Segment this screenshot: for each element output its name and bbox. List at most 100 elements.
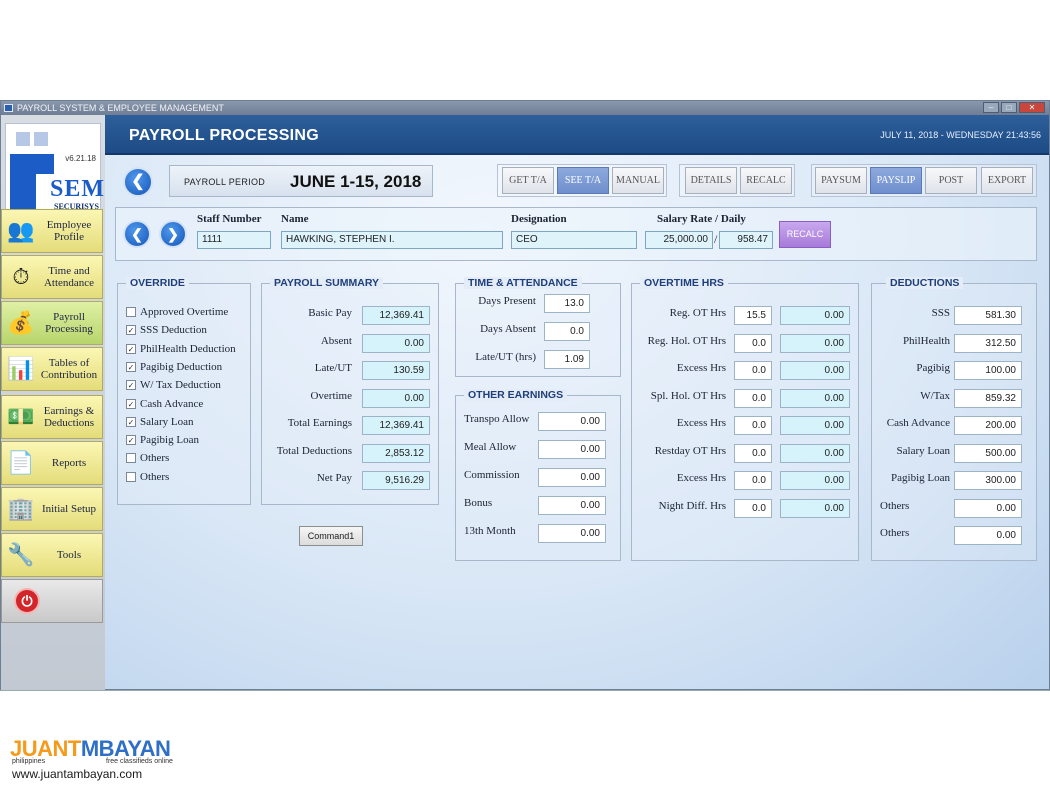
deduction-value[interactable]: 859.32 <box>954 388 1022 408</box>
overtime-amount[interactable]: 0.00 <box>780 498 850 518</box>
checkbox[interactable]: ✓ <box>126 435 136 446</box>
earnings-value[interactable]: 0.00 <box>538 496 606 515</box>
payroll-summary-panel: PAYROLL SUMMARY Basic Pay 12,369.41 Absent… <box>261 277 439 505</box>
override-checkbox[interactable]: ✓ SSS Deduction <box>126 324 207 336</box>
override-checkbox[interactable]: ✓ Pagibig Deduction <box>126 361 222 373</box>
summary-value[interactable]: 2,853.12 <box>362 443 430 463</box>
overtime-hours[interactable]: 15.5 <box>734 306 772 325</box>
checkbox[interactable]: ✓ <box>126 416 136 427</box>
earnings-value[interactable]: 0.00 <box>538 440 606 459</box>
deduction-value[interactable]: 500.00 <box>954 443 1022 463</box>
sidebar-item-label: Tools <box>56 549 82 561</box>
payslip-button[interactable]: PAYSLIP <box>870 167 922 194</box>
power-icon[interactable]: ⏻ <box>14 588 40 614</box>
deduction-value[interactable]: 312.50 <box>954 333 1022 353</box>
details-button[interactable]: DETAILS <box>685 167 737 194</box>
deduction-value[interactable]: 200.00 <box>954 416 1022 435</box>
command1-button[interactable]: Command1 <box>299 526 363 546</box>
overtime-hours[interactable]: 0.0 <box>734 416 772 435</box>
checkbox[interactable] <box>126 453 136 464</box>
deduction-value[interactable]: 581.30 <box>954 306 1022 325</box>
payroll-period-box: PAYROLL PERIOD JUNE 1-15, 2018 <box>169 165 433 197</box>
checkbox[interactable]: ✓ <box>126 380 136 391</box>
maximize-button[interactable]: □ <box>1001 102 1017 113</box>
override-checkbox[interactable]: Others <box>126 452 169 464</box>
next-employee-button[interactable]: ❯ <box>159 220 187 248</box>
summary-value[interactable]: 12,369.41 <box>362 306 430 325</box>
overtime-amount[interactable]: 0.00 <box>780 416 850 435</box>
staff-number-field[interactable]: 1111 <box>197 231 271 249</box>
earnings-value[interactable]: 0.00 <box>538 468 606 487</box>
override-checkbox[interactable]: Approved Overtime <box>126 306 228 318</box>
deduction-label: PhilHealth <box>902 334 950 347</box>
logo-square <box>16 132 30 146</box>
export-button[interactable]: EXPORT <box>981 167 1033 194</box>
summary-value[interactable]: 0.00 <box>362 333 430 353</box>
earnings-value[interactable]: 0.00 <box>538 412 606 431</box>
sidebar-item-initial-setup[interactable]: 🏢 Initial Setup <box>1 487 103 531</box>
checkbox[interactable] <box>126 471 136 482</box>
override-checkbox[interactable]: Others <box>126 471 169 483</box>
overtime-hours[interactable]: 0.0 <box>734 471 772 490</box>
overtime-amount[interactable]: 0.00 <box>780 388 850 408</box>
salary-rate-field[interactable]: 25,000.00 <box>645 231 713 249</box>
overtime-amount[interactable]: 0.00 <box>780 471 850 490</box>
paysum-button[interactable]: PAYSUM <box>815 167 867 194</box>
attendance-value[interactable]: 13.0 <box>544 294 590 313</box>
recalc-button[interactable]: RECALC <box>740 167 792 194</box>
see-ta-button[interactable]: SEE T/A <box>557 167 609 194</box>
main-panel: PAYROLL PROCESSING JULY 11, 2018 - WEDNE… <box>105 115 1049 689</box>
sidebar-item-earnings-deductions[interactable]: 💵 Earnings & Deductions <box>1 395 103 439</box>
overtime-amount[interactable]: 0.00 <box>780 361 850 380</box>
sidebar-item-employee-profile[interactable]: 👥 Employee Profile <box>1 209 103 253</box>
override-checkbox[interactable]: ✓ Cash Advance <box>126 398 203 410</box>
overtime-amount[interactable]: 0.00 <box>780 306 850 325</box>
attendance-value[interactable]: 0.0 <box>544 322 590 341</box>
overtime-hours[interactable]: 0.0 <box>734 443 772 463</box>
overtime-hours[interactable]: 0.0 <box>734 361 772 380</box>
employee-recalc-button[interactable]: RECALC <box>779 221 831 248</box>
override-checkbox[interactable]: ✓ Pagibig Loan <box>126 434 199 446</box>
designation-field[interactable]: CEO <box>511 231 637 249</box>
overtime-hours[interactable]: 0.0 <box>734 498 772 518</box>
prev-employee-button[interactable]: ❮ <box>123 220 151 248</box>
minimize-button[interactable]: – <box>983 102 999 113</box>
checkbox[interactable]: ✓ <box>126 361 136 372</box>
sidebar-item-time-and-attendance[interactable]: ⏱ Time and Attendance <box>1 255 103 299</box>
overtime-amount[interactable]: 0.00 <box>780 333 850 353</box>
back-button[interactable]: ❮ <box>123 167 153 197</box>
checkbox[interactable]: ✓ <box>126 398 136 409</box>
get-ta-button[interactable]: GET T/A <box>502 167 554 194</box>
deduction-value[interactable]: 0.00 <box>954 498 1022 518</box>
override-checkbox[interactable]: ✓ PhilHealth Deduction <box>126 343 236 355</box>
override-checkbox[interactable]: ✓ W/ Tax Deduction <box>126 379 221 391</box>
summary-value[interactable]: 12,369.41 <box>362 416 430 435</box>
daily-rate-field[interactable]: 958.47 <box>719 231 773 249</box>
time-attendance-panel: TIME & ATTENDANCE Days Present 13.0 Days A… <box>455 277 621 377</box>
override-checkbox[interactable]: ✓ Salary Loan <box>126 416 193 428</box>
checkbox[interactable]: ✓ <box>126 325 136 336</box>
deduction-value[interactable]: 100.00 <box>954 361 1022 380</box>
overtime-hours[interactable]: 0.0 <box>734 333 772 353</box>
checkbox[interactable] <box>126 307 136 317</box>
post-button[interactable]: POST <box>925 167 977 194</box>
earnings-value[interactable]: 0.00 <box>538 524 606 543</box>
name-field[interactable]: HAWKING, STEPHEN I. <box>281 231 503 249</box>
close-button[interactable]: ✕ <box>1019 102 1045 113</box>
deduction-value[interactable]: 300.00 <box>954 471 1022 490</box>
attendance-value[interactable]: 1.09 <box>544 350 590 369</box>
override-panel: OVERRIDE Approved Overtime ✓ SSS Deduction… <box>117 277 251 505</box>
sidebar-item-tables-of-contribution[interactable]: 📊 Tables of Contribution <box>1 347 103 391</box>
manual-button[interactable]: MANUAL <box>612 167 664 194</box>
sidebar-item-payroll-processing[interactable]: 💰 Payroll Processing <box>1 301 103 345</box>
overtime-hours[interactable]: 0.0 <box>734 388 772 408</box>
sidebar-item-reports[interactable]: 📄 Reports <box>1 441 103 485</box>
earnings-label: Bonus <box>464 497 493 509</box>
summary-value[interactable]: 130.59 <box>362 361 430 380</box>
summary-value[interactable]: 9,516.29 <box>362 471 430 490</box>
sidebar-item-tools[interactable]: 🔧 Tools <box>1 533 103 577</box>
deduction-value[interactable]: 0.00 <box>954 526 1022 545</box>
overtime-amount[interactable]: 0.00 <box>780 443 850 463</box>
summary-value[interactable]: 0.00 <box>362 388 430 408</box>
checkbox[interactable]: ✓ <box>126 343 136 354</box>
